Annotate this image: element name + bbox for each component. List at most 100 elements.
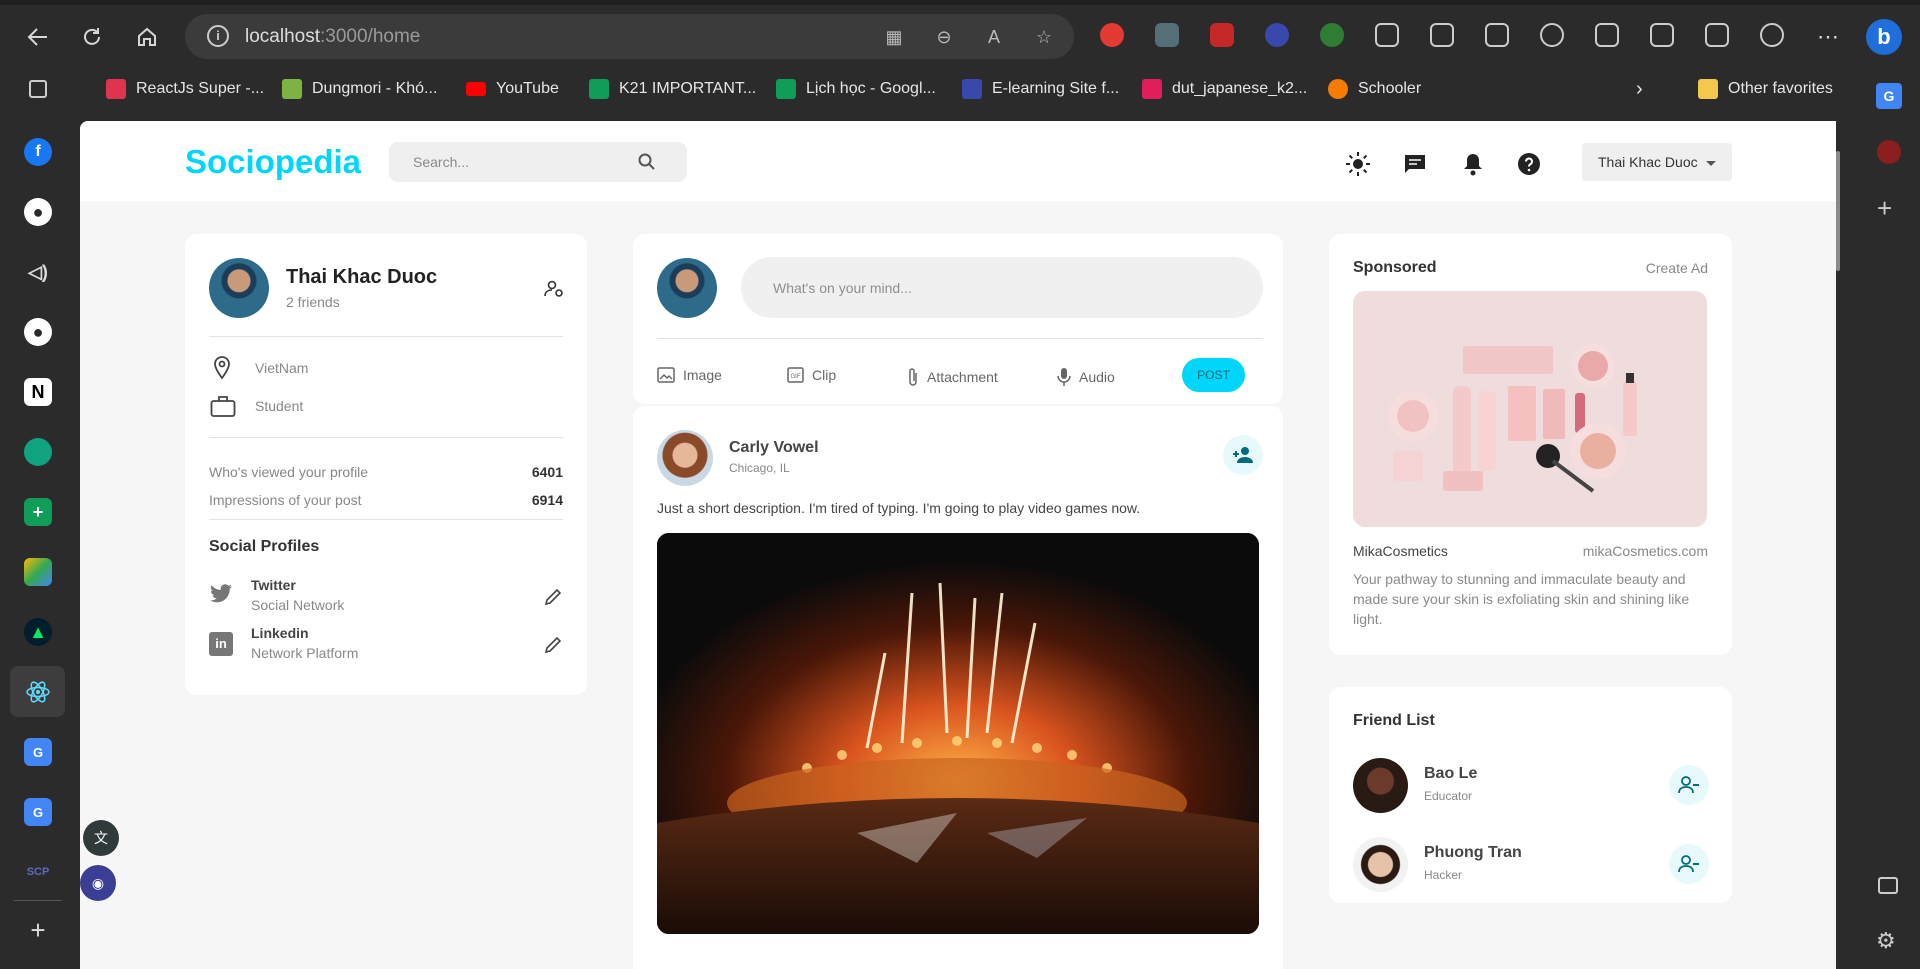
add-clip-button[interactable]: GIF Clip	[787, 367, 836, 383]
add-friend-button[interactable]	[1223, 435, 1263, 475]
action-label: Image	[683, 367, 722, 383]
user-menu-select[interactable]: Thai Khac Duoc	[1582, 143, 1732, 181]
post-button[interactable]: POST	[1182, 358, 1245, 392]
post-image[interactable]	[657, 533, 1259, 934]
url-text[interactable]: localhost:3000/home	[245, 26, 420, 48]
facebook-icon[interactable]: f	[24, 138, 52, 166]
chatgpt-icon[interactable]	[24, 438, 52, 466]
math-solver-icon[interactable]	[1650, 23, 1674, 47]
bookmark-item[interactable]: dut_japanese_k2...	[1142, 77, 1307, 101]
post-author-name[interactable]: Carly Vowel	[729, 439, 819, 457]
puzzle-extensions-icon[interactable]	[1375, 23, 1399, 47]
social-name[interactable]: Linkedin	[251, 625, 309, 641]
page-scrollbar[interactable]	[1836, 121, 1840, 969]
search-icon[interactable]	[637, 152, 657, 172]
refresh-icon[interactable]	[74, 19, 110, 55]
shield-extension-icon[interactable]	[1155, 23, 1179, 47]
search-box[interactable]	[389, 142, 687, 182]
bookmarks-overflow-chevron-icon[interactable]: ›	[1636, 77, 1643, 101]
bing-copilot-icon[interactable]: b	[1866, 19, 1902, 55]
notion-icon[interactable]: N	[24, 378, 52, 406]
tab-actions-icon[interactable]	[29, 80, 47, 98]
red-extension-icon[interactable]	[1210, 23, 1234, 47]
settings-icon[interactable]: ⚙	[1876, 928, 1896, 954]
remove-friend-button[interactable]	[1669, 844, 1709, 884]
add-audio-button[interactable]: Audio	[1057, 367, 1115, 387]
social-name[interactable]: Twitter	[251, 577, 296, 593]
sponsored-image[interactable]	[1353, 291, 1707, 527]
target-extension-icon[interactable]	[1320, 23, 1344, 47]
create-ad-link[interactable]: Create Ad	[1646, 260, 1708, 276]
add-image-button[interactable]: Image	[657, 367, 722, 383]
sidebar-toggle-icon[interactable]	[1878, 877, 1898, 894]
mongodb-icon[interactable]: ▲	[24, 618, 52, 646]
translate-icon[interactable]: G	[24, 798, 52, 826]
bookmark-item[interactable]: Dungmori - Khó...	[282, 77, 437, 101]
scp-icon[interactable]: SCP	[24, 858, 52, 886]
sponsor-site[interactable]: mikaCosmetics.com	[1583, 543, 1708, 559]
favorite-star-icon[interactable]: ☆	[1032, 25, 1056, 49]
add-sidebar-icon[interactable]: +	[24, 915, 52, 945]
react-app-tab[interactable]	[10, 666, 65, 717]
drive-icon[interactable]	[24, 558, 52, 586]
speaker-icon[interactable]: ◁)	[24, 258, 52, 286]
bookmark-item[interactable]: E-learning Site f...	[962, 77, 1119, 101]
bookmark-item[interactable]: ReactJs Super -...	[106, 77, 264, 101]
notifications-icon[interactable]	[1460, 151, 1486, 177]
apps-icon[interactable]: ▦	[882, 25, 906, 49]
linkedin-icon: in	[209, 632, 233, 656]
more-menu-icon[interactable]: ⋯	[1810, 19, 1846, 55]
bookmark-item[interactable]: K21 IMPORTANT...	[589, 77, 756, 101]
browser-sidebar-right: G + ⚙	[1840, 65, 1920, 969]
post-text-input[interactable]	[741, 257, 1263, 318]
profile-avatar[interactable]	[209, 258, 269, 318]
sponsor-brand[interactable]: MikaCosmetics	[1353, 543, 1448, 559]
add-attachment-button[interactable]: Attachment	[907, 367, 998, 387]
back-icon[interactable]	[20, 19, 56, 55]
collections-icon[interactable]	[1485, 23, 1509, 47]
search-input[interactable]	[413, 151, 633, 173]
remove-friend-button[interactable]	[1669, 765, 1709, 805]
bookmark-item[interactable]: Schooler	[1328, 77, 1421, 101]
zoom-icon[interactable]: ⊖	[932, 25, 956, 49]
record-icon[interactable]	[1877, 140, 1901, 164]
adblock-extension-icon[interactable]	[1100, 23, 1124, 47]
manage-account-icon[interactable]	[544, 279, 564, 299]
browser-toolbar: i localhost:3000/home ▦ ⊖ A ☆ ⋯ b	[0, 0, 1920, 65]
bookmark-item[interactable]: YouTube	[466, 77, 559, 101]
health-icon[interactable]	[1595, 23, 1619, 47]
edit-icon[interactable]	[544, 636, 562, 654]
split-screen-icon[interactable]	[1430, 23, 1454, 47]
ghost-bubble-icon[interactable]: ◉	[80, 865, 116, 901]
friend-avatar[interactable]	[1353, 758, 1408, 813]
friend-name[interactable]: Phuong Tran	[1424, 844, 1522, 862]
message-icon[interactable]	[1402, 151, 1428, 177]
github-icon[interactable]: ●	[24, 318, 52, 346]
ghost-extension-icon[interactable]	[1265, 23, 1289, 47]
github-icon[interactable]: ●	[24, 198, 52, 226]
friend-avatar[interactable]	[1353, 837, 1408, 892]
post-author-avatar[interactable]	[657, 430, 713, 486]
edit-icon[interactable]	[1705, 23, 1729, 47]
dark-mode-icon[interactable]	[1345, 151, 1371, 177]
add-icon[interactable]: +	[1877, 193, 1892, 224]
profile-name[interactable]: Thai Khac Duoc	[286, 266, 437, 289]
translate-icon[interactable]: G	[1876, 83, 1902, 109]
scrollbar-thumb[interactable]	[1836, 151, 1840, 271]
translate-bubble-icon[interactable]: 文	[83, 820, 119, 856]
sheets-icon[interactable]: +	[24, 498, 52, 526]
help-icon[interactable]	[1516, 151, 1542, 177]
people-icon[interactable]	[1760, 23, 1784, 47]
history-icon[interactable]	[1540, 23, 1564, 47]
divider	[209, 336, 563, 337]
edit-icon[interactable]	[544, 588, 562, 606]
friend-name[interactable]: Bao Le	[1424, 765, 1477, 783]
bookmark-item[interactable]: Lịch học - Googl...	[776, 77, 936, 101]
translate-icon[interactable]: G	[24, 738, 52, 766]
address-bar[interactable]: i localhost:3000/home ▦ ⊖ A ☆	[185, 14, 1074, 59]
read-aloud-icon[interactable]: A	[982, 25, 1006, 49]
site-info-icon[interactable]: i	[207, 25, 229, 47]
home-icon[interactable]	[129, 19, 165, 55]
other-favorites[interactable]: Other favorites	[1698, 77, 1833, 101]
app-logo[interactable]: Sociopedia	[185, 143, 361, 181]
